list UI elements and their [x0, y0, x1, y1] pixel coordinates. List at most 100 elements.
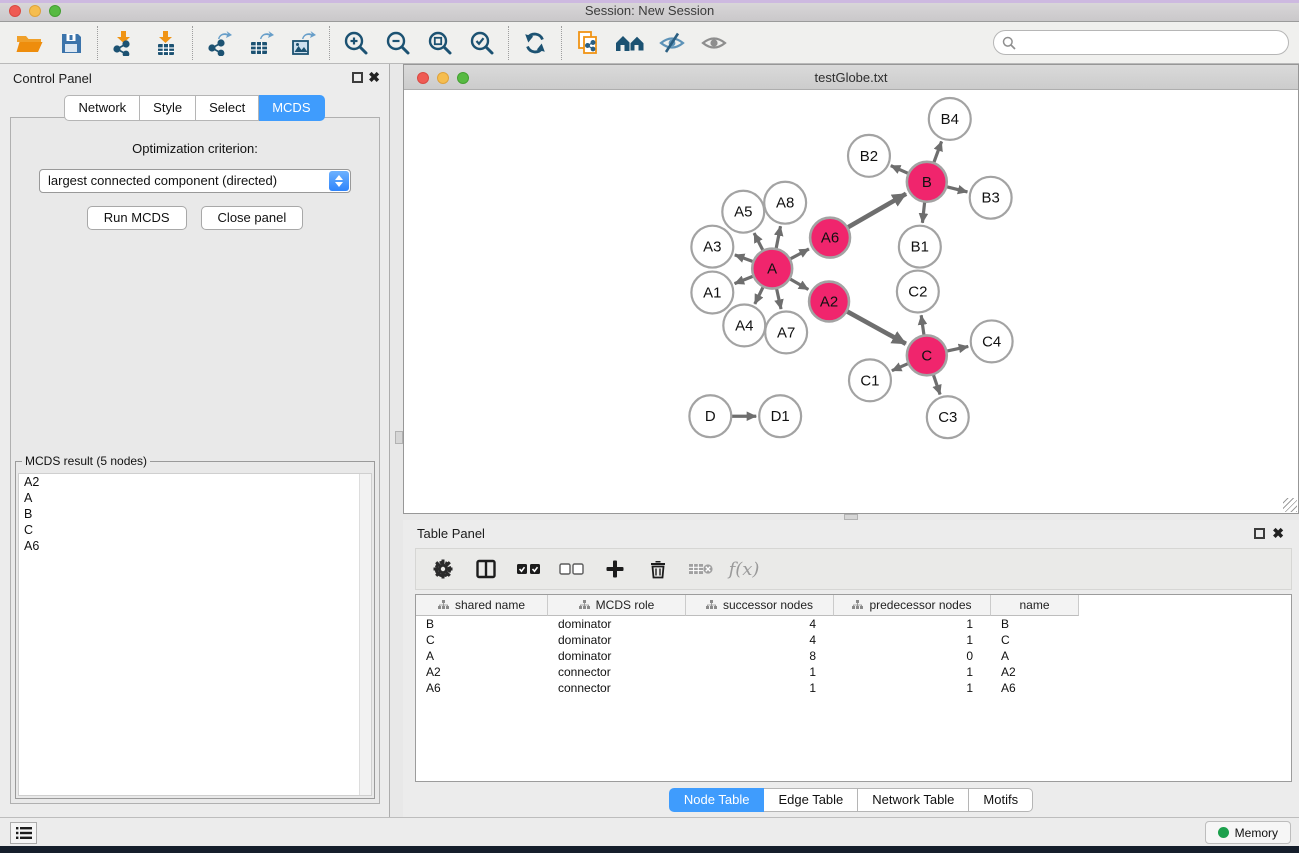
table-cell[interactable]: A2 [416, 664, 548, 680]
result-item[interactable]: C [19, 522, 371, 538]
tab-network-table[interactable]: Network Table [858, 788, 969, 812]
node-C[interactable]: C [907, 335, 947, 375]
table-options-button[interactable] [426, 552, 460, 586]
table-cell[interactable]: B [416, 616, 548, 632]
tab-motifs[interactable]: Motifs [969, 788, 1033, 812]
node-table[interactable]: shared nameMCDS rolesuccessor nodesprede… [415, 594, 1292, 782]
table-cell[interactable]: B [991, 616, 1079, 632]
window-resize-grip[interactable] [1283, 498, 1297, 512]
function-builder-button[interactable]: f(x) [727, 552, 761, 586]
table-cell[interactable]: dominator [548, 648, 686, 664]
import-network-button[interactable] [103, 25, 145, 61]
table-cell[interactable]: 4 [686, 632, 834, 648]
vertical-splitter-handle[interactable] [395, 431, 403, 444]
tab-style[interactable]: Style [140, 95, 196, 121]
table-cell[interactable]: 1 [834, 664, 991, 680]
close-table-panel-icon[interactable]: ✖ [1272, 525, 1284, 542]
node-B1[interactable]: B1 [899, 226, 941, 268]
node-A7[interactable]: A7 [765, 311, 807, 353]
table-cell[interactable]: C [991, 632, 1079, 648]
table-row[interactable]: A6connector11A6 [416, 680, 1291, 696]
search-box[interactable] [993, 30, 1289, 55]
home-button[interactable] [609, 25, 651, 61]
column-visibility-button[interactable] [469, 552, 503, 586]
table-cell[interactable]: A6 [991, 680, 1079, 696]
clone-network-view-button[interactable] [567, 25, 609, 61]
node-A3[interactable]: A3 [691, 226, 733, 268]
float-panel-icon[interactable] [352, 72, 363, 83]
tab-node-table[interactable]: Node Table [669, 788, 765, 812]
search-input[interactable] [1016, 35, 1288, 50]
tab-network[interactable]: Network [64, 95, 140, 121]
export-network-button[interactable] [198, 25, 240, 61]
show-graphics-details-button[interactable] [693, 25, 735, 61]
table-cell[interactable]: 4 [686, 616, 834, 632]
table-cell[interactable]: 8 [686, 648, 834, 664]
result-item[interactable]: A2 [19, 474, 371, 490]
deselect-all-button[interactable] [555, 552, 589, 586]
table-cell[interactable]: connector [548, 664, 686, 680]
table-cell[interactable]: 1 [686, 664, 834, 680]
column-header-name[interactable]: name [991, 595, 1079, 616]
hide-graphics-details-button[interactable] [651, 25, 693, 61]
refresh-button[interactable] [514, 25, 556, 61]
zoom-selected-button[interactable] [461, 25, 503, 61]
node-D[interactable]: D [689, 395, 731, 437]
node-A8[interactable]: A8 [764, 182, 806, 224]
node-A5[interactable]: A5 [722, 191, 764, 233]
zoom-in-button[interactable] [335, 25, 377, 61]
export-table-button[interactable] [240, 25, 282, 61]
memory-button[interactable]: Memory [1205, 821, 1291, 844]
run-mcds-button[interactable]: Run MCDS [87, 206, 187, 230]
column-header-shared-name[interactable]: shared name [416, 595, 548, 616]
tab-edge-table[interactable]: Edge Table [764, 788, 858, 812]
edge-A6-B[interactable] [845, 194, 906, 229]
table-cell[interactable]: C [416, 632, 548, 648]
tab-mcds[interactable]: MCDS [259, 95, 324, 121]
table-cell[interactable]: A [991, 648, 1079, 664]
close-panel-button[interactable]: Close panel [201, 206, 304, 230]
node-B2[interactable]: B2 [848, 135, 890, 177]
open-session-button[interactable] [8, 25, 50, 61]
zoom-out-button[interactable] [377, 25, 419, 61]
export-image-button[interactable] [282, 25, 324, 61]
delete-row-button[interactable] [641, 552, 675, 586]
table-cell[interactable]: dominator [548, 632, 686, 648]
node-A4[interactable]: A4 [723, 304, 765, 346]
close-panel-icon[interactable]: ✖ [368, 69, 380, 86]
network-canvas[interactable]: B4B2BB3A5A8A6B1A3AA1C2A2A4A7C4CC1DD1C3 [404, 90, 1298, 513]
column-header-predecessor-nodes[interactable]: predecessor nodes [834, 595, 991, 616]
save-session-button[interactable] [50, 25, 92, 61]
table-row[interactable]: Adominator80A [416, 648, 1291, 664]
column-header-MCDS-role[interactable]: MCDS role [548, 595, 686, 616]
node-B3[interactable]: B3 [970, 177, 1012, 219]
table-cell[interactable]: 1 [834, 632, 991, 648]
node-B[interactable]: B [907, 162, 947, 202]
table-row[interactable]: A2connector11A2 [416, 664, 1291, 680]
task-history-button[interactable] [10, 822, 37, 844]
node-A6[interactable]: A6 [810, 218, 850, 258]
tab-select[interactable]: Select [196, 95, 259, 121]
result-item[interactable]: A [19, 490, 371, 506]
criterion-select[interactable]: largest connected component (directed) [39, 169, 351, 193]
result-item[interactable]: B [19, 506, 371, 522]
float-table-panel-icon[interactable] [1254, 528, 1265, 539]
table-cell[interactable]: 0 [834, 648, 991, 664]
column-header-successor-nodes[interactable]: successor nodes [686, 595, 834, 616]
node-C2[interactable]: C2 [897, 271, 939, 313]
node-B4[interactable]: B4 [929, 98, 971, 140]
table-cell[interactable]: 1 [834, 616, 991, 632]
node-C1[interactable]: C1 [849, 359, 891, 401]
node-A2[interactable]: A2 [809, 282, 849, 322]
node-A1[interactable]: A1 [691, 272, 733, 314]
node-C4[interactable]: C4 [971, 320, 1013, 362]
table-cell[interactable]: 1 [834, 680, 991, 696]
zoom-fit-button[interactable] [419, 25, 461, 61]
table-cell[interactable]: connector [548, 680, 686, 696]
table-cell[interactable]: dominator [548, 616, 686, 632]
node-D1[interactable]: D1 [759, 395, 801, 437]
delete-table-button[interactable] [684, 552, 718, 586]
node-A[interactable]: A [752, 249, 792, 289]
select-all-button[interactable] [512, 552, 546, 586]
result-scrollbar[interactable] [359, 474, 371, 795]
